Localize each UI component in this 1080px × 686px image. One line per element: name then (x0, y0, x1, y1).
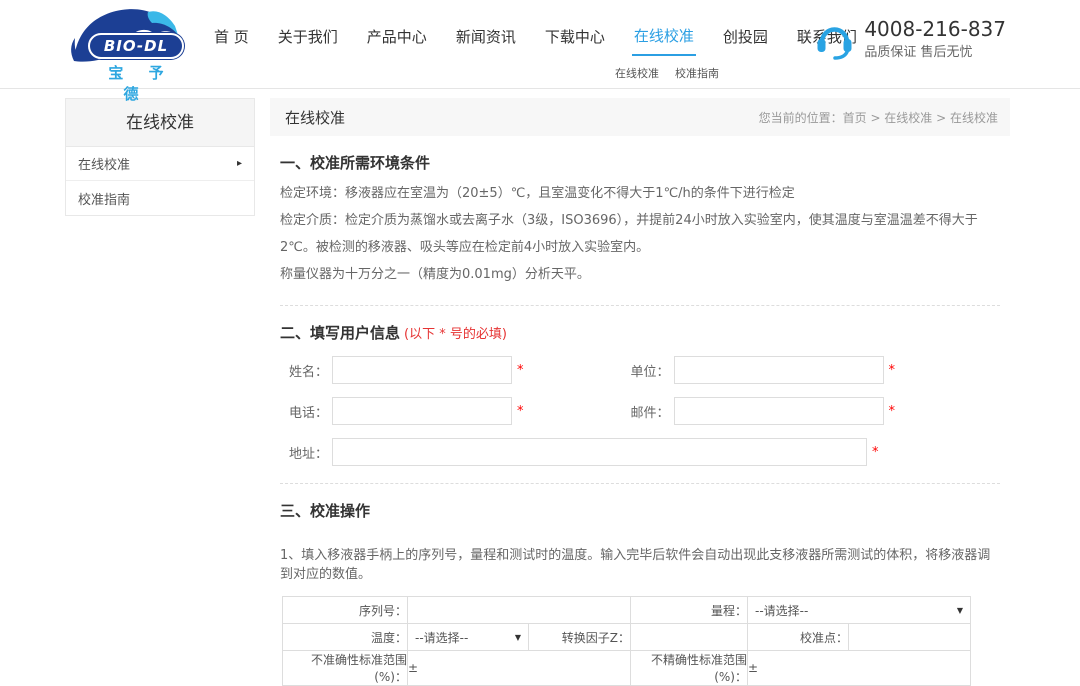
serial-field[interactable] (408, 598, 630, 623)
factor-label: 转换因子Z： (529, 624, 631, 651)
calibration-instruction: 1、填入移液器手柄上的序列号，量程和测试时的温度。输入完毕后软件会自动出现此支移… (280, 544, 1000, 582)
company-field[interactable] (674, 356, 884, 384)
brand-name: BIO-DL (88, 33, 184, 59)
calibration-table: 序列号： 量程： --请选择-- ▼ 温度： (282, 596, 971, 686)
range-label: 量程： (631, 597, 748, 624)
name-field[interactable] (332, 356, 512, 384)
nav-item-online-calibration[interactable]: 在线校准 (632, 17, 696, 56)
required-asterisk: * (517, 404, 524, 419)
breadcrumb[interactable]: 您当前的位置：首页 > 在线校准 > 在线校准 (759, 109, 998, 126)
table-row: 序列号： 量程： --请选择-- ▼ (283, 597, 971, 624)
sidebar-item-online-calibration[interactable]: 在线校准 ▸ (66, 147, 254, 181)
phone-tagline: 品质保证 售后无忧 (864, 41, 1006, 60)
serial-label: 序列号： (283, 597, 408, 624)
address-field[interactable] (332, 438, 867, 466)
section-environment: 一、校准所需环境条件 检定环境：移液器应在室温为（20±5）℃，且室温变化不得大… (270, 152, 1010, 288)
imprecision-value: ± (748, 651, 971, 686)
temperature-cell: --请选择-- ▼ (408, 624, 529, 651)
section1-line2: 检定介质：检定介质为蒸馏水或去离子水（3级，ISO3696），并提前24小时放入… (280, 207, 1000, 261)
phone-number: 4008-216-837 (864, 17, 1006, 41)
serial-cell (408, 597, 631, 624)
temperature-label: 温度： (283, 624, 408, 651)
page-title: 在线校准 (285, 107, 345, 128)
section1-line3: 称量仪器为十万分之一（精度为0.01mg）分析天平。 (280, 261, 1000, 288)
subnav-item-calibration-guide[interactable]: 校准指南 (675, 65, 719, 81)
temperature-select[interactable]: --请选择-- ▼ (408, 624, 528, 650)
section-user-info: 二、填写用户信息 (以下 * 号的必填) 姓名： * 单位： * (270, 322, 1010, 466)
chevron-down-icon: ▼ (957, 606, 963, 615)
table-row: 温度： --请选择-- ▼ 转换因子Z： 校准点： (283, 624, 971, 651)
main-nav: 首 页 关于我们 产品中心 新闻资讯 下载中心 在线校准 创投园 联系我们 (212, 0, 859, 72)
sidebar-item-label: 在线校准 (78, 154, 130, 173)
factor-field[interactable] (631, 625, 747, 650)
section1-paragraphs: 检定环境：移液器应在室温为（20±5）℃，且室温变化不得大于1℃/h的条件下进行… (280, 180, 1000, 288)
section-divider (280, 483, 1000, 484)
range-select[interactable]: --请选择-- ▼ (748, 597, 970, 623)
email-field[interactable] (674, 397, 884, 425)
site-header: BIO-DL 宝 予 德 首 页 关于我们 产品中心 新闻资讯 下载中心 在线校… (0, 0, 1080, 89)
user-info-form: 姓名： * 单位： * 电话： * (280, 356, 1000, 466)
calibration-point-cell (849, 624, 971, 651)
sidebar-title: 在线校准 (66, 99, 254, 147)
phone-label: 电话： (280, 402, 328, 421)
nav-item-home[interactable]: 首 页 (212, 18, 251, 55)
main-area: 在线校准 在线校准 ▸ 校准指南 在线校准 您当前的位置：首页 > 在线校准 >… (0, 89, 1080, 686)
sub-nav: 在线校准 校准指南 (615, 65, 719, 81)
inaccuracy-value: ± (408, 651, 631, 686)
table-row: 不准确性标准范围(%)： ± 不精确性标准范围(%)： ± (283, 651, 971, 686)
phone-field[interactable] (332, 397, 512, 425)
range-cell: --请选择-- ▼ (748, 597, 971, 624)
sidebar-item-label: 校准指南 (78, 189, 130, 208)
content-header: 在线校准 您当前的位置：首页 > 在线校准 > 在线校准 (270, 98, 1010, 136)
required-note: (以下 * 号的必填) (404, 327, 507, 342)
chevron-down-icon: ▼ (515, 633, 521, 642)
contact-text: 4008-216-837 品质保证 售后无忧 (864, 17, 1006, 60)
content-panel: 在线校准 您当前的位置：首页 > 在线校准 > 在线校准 一、校准所需环境条件 … (270, 98, 1010, 686)
section3-title: 三、校准操作 (280, 500, 1000, 521)
range-select-value: --请选择-- (755, 602, 808, 619)
imprecision-label: 不精确性标准范围(%)： (631, 651, 748, 686)
sidebar-item-calibration-guide[interactable]: 校准指南 (66, 181, 254, 215)
contact-block: 4008-216-837 品质保证 售后无忧 (814, 17, 1006, 60)
brand-chinese-name: 宝 予 德 (84, 62, 188, 104)
required-asterisk: * (889, 363, 896, 378)
section2-title-text: 二、填写用户信息 (280, 324, 400, 342)
nav-item-news[interactable]: 新闻资讯 (454, 18, 518, 55)
nav-item-products[interactable]: 产品中心 (365, 18, 429, 55)
nav-item-downloads[interactable]: 下载中心 (543, 18, 607, 55)
company-label: 单位： (622, 361, 670, 380)
headset-icon (814, 18, 854, 60)
temperature-select-value: --请选择-- (415, 629, 468, 646)
required-asterisk: * (872, 445, 879, 460)
section1-line1: 检定环境：移液器应在室温为（20±5）℃，且室温变化不得大于1℃/h的条件下进行… (280, 180, 1000, 207)
section-divider (280, 305, 1000, 306)
section1-title: 一、校准所需环境条件 (280, 152, 1000, 173)
nav-item-about[interactable]: 关于我们 (276, 18, 340, 55)
required-asterisk: * (889, 404, 896, 419)
brand-logo[interactable]: BIO-DL 宝 予 德 (62, 5, 190, 83)
factor-cell (631, 624, 748, 651)
address-label: 地址： (280, 443, 328, 462)
section2-title: 二、填写用户信息 (以下 * 号的必填) (280, 322, 1000, 343)
name-label: 姓名： (280, 361, 328, 380)
sidebar: 在线校准 在线校准 ▸ 校准指南 (65, 98, 255, 216)
email-label: 邮件： (622, 402, 670, 421)
calibration-point-field[interactable] (849, 625, 970, 650)
section-calibration: 三、校准操作 1、填入移液器手柄上的序列号，量程和测试时的温度。输入完毕后软件会… (270, 500, 1010, 686)
calibration-point-label: 校准点： (748, 624, 849, 651)
required-asterisk: * (517, 363, 524, 378)
subnav-item-online-calibration[interactable]: 在线校准 (615, 65, 659, 81)
nav-item-venture-park[interactable]: 创投园 (721, 18, 770, 55)
arrow-right-icon: ▸ (237, 158, 242, 169)
inaccuracy-label: 不准确性标准范围(%)： (283, 651, 408, 686)
